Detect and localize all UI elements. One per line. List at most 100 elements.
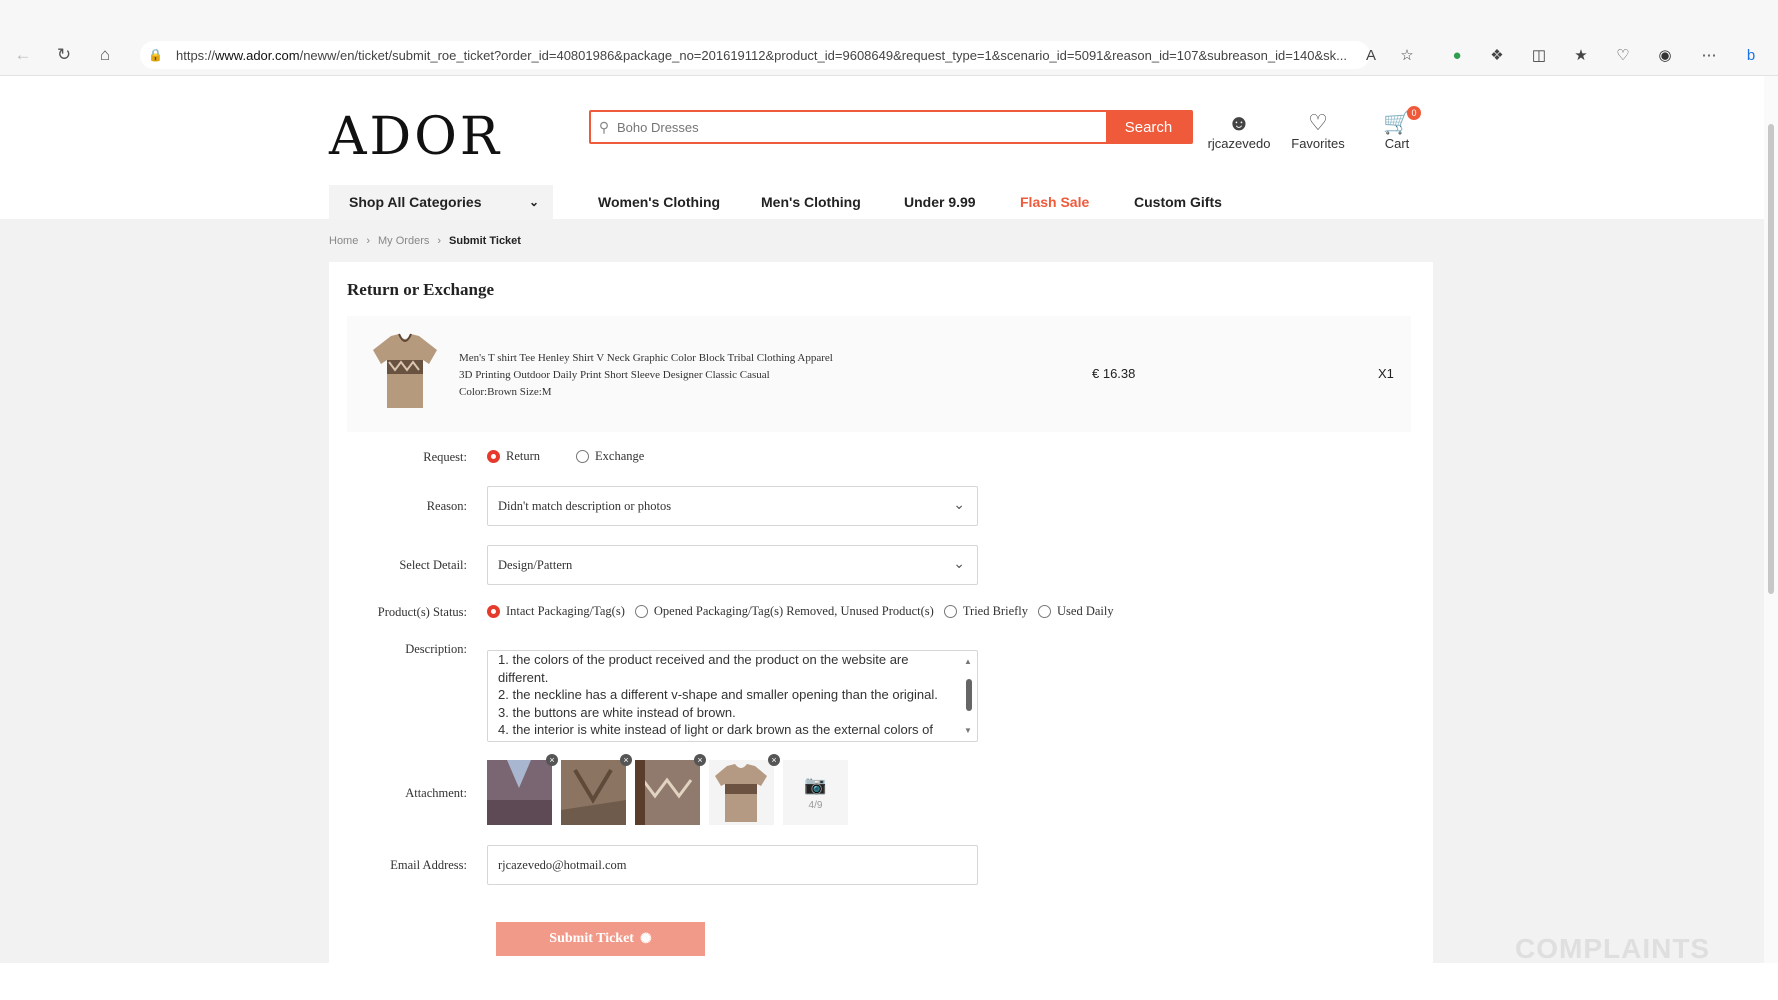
request-label: Request:	[423, 450, 467, 464]
attachment-thumbnail[interactable]: ×	[709, 754, 780, 825]
radio-unchecked-icon	[1038, 605, 1052, 618]
request-radio-group: Return Exchange	[487, 449, 644, 464]
product-image	[373, 333, 437, 408]
favorites-label: Favorites	[1291, 136, 1345, 151]
copilot-icon[interactable]: b	[1740, 44, 1762, 66]
extensions-icon[interactable]: ❖	[1486, 44, 1508, 66]
search-icon: ⚲	[598, 118, 610, 135]
page-scrollbar[interactable]	[1764, 76, 1778, 963]
status-opened-radio[interactable]: Opened Packaging/Tag(s) Removed, Unused …	[634, 604, 934, 619]
submit-ticket-button[interactable]: Submit Ticket ✺	[496, 922, 705, 956]
remove-attachment-icon[interactable]: ×	[620, 754, 632, 766]
page-scrollbar-thumb[interactable]	[1768, 124, 1774, 594]
breadcrumb: Home › My Orders › Submit Ticket	[329, 235, 521, 247]
breadcrumb-home[interactable]: Home	[329, 235, 358, 247]
reason-label: Reason:	[426, 499, 467, 513]
refresh-icon[interactable]: ↻	[53, 44, 75, 66]
categories-label: Shop All Categories	[349, 194, 482, 210]
breadcrumb-separator-icon: ›	[437, 235, 442, 247]
search-input[interactable]	[617, 112, 1106, 142]
browser-toolbar: ← ↻ ⌂ 🔒 https://www.ador.com/neww/en/tic…	[0, 0, 1778, 76]
loading-spinner-icon: ✺	[639, 931, 652, 947]
more-options-icon[interactable]: ⋯	[1698, 44, 1720, 66]
favorites-icon[interactable]: ★	[1570, 44, 1592, 66]
profile-avatar-icon[interactable]: ◉	[1654, 44, 1676, 66]
heart-icon: ♡	[1308, 110, 1328, 135]
scroll-down-icon[interactable]: ▼	[964, 722, 972, 740]
nav-mens-clothing[interactable]: Men's Clothing	[761, 194, 861, 210]
radio-unchecked-icon	[943, 605, 957, 618]
read-aloud-icon[interactable]: A	[1360, 44, 1382, 66]
camera-icon: 📷	[804, 774, 827, 795]
nav-under-999[interactable]: Under 9.99	[904, 194, 976, 210]
back-icon[interactable]: ←	[12, 44, 34, 66]
product-name[interactable]: Men's T shirt Tee Henley Shirt V Neck Gr…	[459, 350, 859, 401]
status-label: Product(s) Status:	[377, 605, 467, 619]
chevron-down-icon: ⌄	[528, 195, 539, 209]
product-price: € 16.38	[1092, 366, 1136, 381]
cart-count-badge: 0	[1407, 106, 1421, 120]
status-used-radio[interactable]: Used Daily	[1038, 604, 1114, 619]
nav-custom-gifts[interactable]: Custom Gifts	[1134, 194, 1222, 210]
search-box: ⚲ Search	[589, 110, 1193, 144]
breadcrumb-my-orders[interactable]: My Orders	[378, 235, 429, 247]
page-bottom	[0, 963, 1778, 1000]
reason-value: Didn't match description or photos	[498, 498, 672, 513]
page-title: Return or Exchange	[347, 280, 495, 299]
attachment-image	[709, 760, 774, 825]
attachment-thumbnail[interactable]: ×	[635, 754, 706, 825]
status-radio-group: Intact Packaging/Tag(s) Opened Packaging…	[487, 604, 1114, 619]
shop-all-categories[interactable]: Shop All Categories ⌄	[329, 185, 553, 219]
search-button[interactable]: Search	[1106, 112, 1191, 142]
product-variant: Color:Brown Size:M	[459, 386, 552, 398]
radio-unchecked-icon	[576, 450, 590, 463]
request-exchange-radio[interactable]: Exchange	[576, 449, 644, 464]
description-scrollbar[interactable]: ▲ ▼	[963, 653, 975, 739]
user-icon: ☻	[1227, 110, 1251, 135]
breadcrumb-current: Submit Ticket	[449, 235, 521, 247]
attachment-image	[635, 760, 700, 825]
favorite-star-icon[interactable]: ☆	[1396, 44, 1418, 66]
radio-unchecked-icon	[634, 605, 648, 618]
remove-attachment-icon[interactable]: ×	[546, 754, 558, 766]
email-label: Email Address:	[390, 858, 467, 872]
scroll-up-icon[interactable]: ▲	[964, 653, 972, 671]
ticket-form-card: Return or Exchange Men's T shirt Tee Hen…	[329, 262, 1433, 963]
status-intact-radio[interactable]: Intact Packaging/Tag(s)	[487, 604, 625, 619]
attachment-image	[487, 760, 552, 825]
browser-essentials-icon[interactable]: ♡	[1612, 44, 1634, 66]
extension-evernote-icon[interactable]: ●	[1446, 44, 1468, 66]
request-return-radio[interactable]: Return	[487, 449, 540, 464]
description-textarea[interactable]: 1. the colors of the product received an…	[487, 650, 978, 742]
favorites-link[interactable]: ♡ Favorites	[1273, 110, 1363, 151]
add-photo-button[interactable]: 📷 4/9	[783, 760, 848, 825]
breadcrumb-separator-icon: ›	[366, 235, 371, 247]
detail-select[interactable]: Design/Pattern ⌄	[487, 545, 978, 585]
cart-link[interactable]: 🛒 0 Cart	[1352, 106, 1442, 151]
attachment-thumbnail[interactable]: ×	[487, 754, 558, 825]
split-screen-icon[interactable]: ◫	[1528, 44, 1550, 66]
home-icon[interactable]: ⌂	[94, 44, 116, 66]
url-text: https://www.ador.com/neww/en/ticket/subm…	[176, 47, 1347, 63]
radio-checked-icon	[487, 450, 500, 463]
site-logo[interactable]: ADOR	[329, 107, 502, 167]
detail-label: Select Detail:	[399, 558, 467, 572]
product-row: Men's T shirt Tee Henley Shirt V Neck Gr…	[347, 316, 1411, 432]
status-tried-radio[interactable]: Tried Briefly	[943, 604, 1028, 619]
reason-select[interactable]: Didn't match description or photos ⌄	[487, 486, 978, 526]
description-scrollbar-thumb[interactable]	[966, 679, 972, 711]
nav-flash-sale[interactable]: Flash Sale	[1020, 194, 1089, 210]
email-field[interactable]: rjcazevedo@hotmail.com	[487, 845, 978, 885]
account-link[interactable]: ☻ rjcazevedo	[1194, 110, 1284, 151]
account-label: rjcazevedo	[1207, 136, 1271, 151]
remove-attachment-icon[interactable]: ×	[768, 754, 780, 766]
radio-checked-icon	[487, 605, 500, 618]
chevron-down-icon: ⌄	[953, 557, 965, 572]
address-bar[interactable]: 🔒 https://www.ador.com/neww/en/ticket/su…	[140, 41, 1370, 69]
attachment-image	[561, 760, 626, 825]
remove-attachment-icon[interactable]: ×	[694, 754, 706, 766]
attachment-label: Attachment:	[405, 786, 467, 800]
attachment-thumbnail[interactable]: ×	[561, 754, 632, 825]
nav-womens-clothing[interactable]: Women's Clothing	[598, 194, 720, 210]
chevron-down-icon: ⌄	[953, 498, 965, 513]
